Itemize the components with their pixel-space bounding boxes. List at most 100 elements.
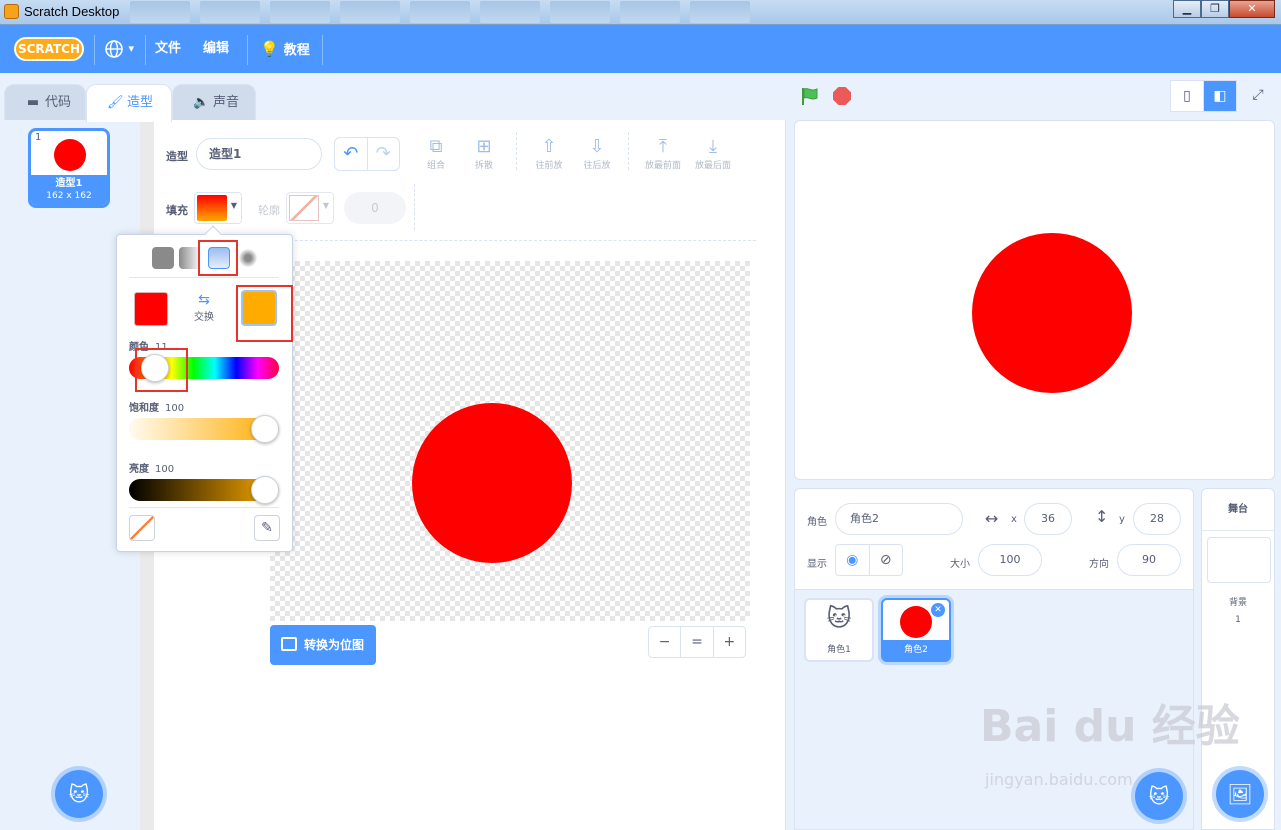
sprite-info-panel: 角色 角色2 ↔ x 36 ↕ y 28 显示 ◉ ⊘ 大小 100 方向 90	[794, 488, 1194, 590]
sprite-tile-selected[interactable]: ✕ 角色2	[881, 598, 951, 662]
y-input[interactable]: 28	[1133, 503, 1181, 535]
x-input[interactable]: 36	[1024, 503, 1072, 535]
ungroup-button[interactable]: ⊞ 拆散	[459, 136, 509, 171]
no-color-button[interactable]	[129, 515, 155, 541]
zoom-out-button[interactable]: −	[649, 627, 680, 657]
sprite-tile[interactable]: 🐱 角色1	[804, 598, 874, 662]
forward-button[interactable]: ⇧ 往前放	[524, 136, 574, 171]
stop-icon[interactable]	[833, 87, 851, 105]
brightness-slider-knob[interactable]	[251, 476, 279, 504]
add-costume-button[interactable]: 🐱	[55, 770, 103, 818]
blocks-icon: ▬	[26, 95, 40, 110]
show-sprite-button[interactable]: ◉	[836, 545, 869, 575]
maximize-button[interactable]: ❐	[1201, 0, 1229, 18]
brightness-label: 亮度 100	[129, 464, 175, 475]
taskbar-thumbnails	[130, 0, 1170, 24]
y-label: y	[1119, 514, 1125, 525]
tab-sounds[interactable]: 🔈 声音	[172, 84, 256, 122]
saturation-value: 100	[165, 403, 185, 414]
convert-to-bitmap-button[interactable]: 转换为位图	[270, 625, 376, 665]
group-button[interactable]: ⧉ 组合	[411, 136, 461, 171]
delete-sprite-button[interactable]: ✕	[931, 603, 945, 617]
radial-gradient-button[interactable]	[237, 247, 259, 269]
image-add-icon: 🖼	[1227, 782, 1253, 806]
stage-canvas[interactable]	[794, 120, 1275, 480]
outline-label: 轮廓	[258, 204, 280, 217]
stage-title: 舞台	[1202, 489, 1274, 531]
small-stage-button[interactable]: ▯	[1170, 80, 1204, 112]
direction-input[interactable]: 90	[1117, 544, 1181, 576]
saturation-label: 饱和度 100	[129, 403, 185, 414]
scratch-logo[interactable]: SCRATCH	[14, 37, 84, 61]
edit-menu[interactable]: 编辑	[203, 25, 229, 73]
outline-width-input[interactable]: 0	[344, 192, 406, 224]
solid-fill-button[interactable]	[152, 247, 174, 269]
cat-add-icon: 🐱	[1148, 784, 1170, 808]
highlight-color-b	[236, 285, 293, 342]
swap-label: 交换	[194, 312, 214, 323]
add-sprite-button[interactable]: 🐱	[1135, 772, 1183, 820]
undo-button[interactable]: ↶	[335, 138, 367, 170]
red-circle-shape[interactable]	[412, 403, 572, 563]
costume-number: 1	[35, 132, 42, 143]
costume-label: 造型1 162 x 162	[31, 175, 107, 205]
window-title: Scratch Desktop	[24, 4, 120, 19]
horizontal-arrows-icon: ↔	[985, 509, 999, 528]
minimize-button[interactable]: ▁	[1173, 0, 1201, 18]
backward-button[interactable]: ⇩ 往后放	[572, 136, 622, 171]
sprite-name: 角色1	[827, 645, 851, 655]
fill-color-button[interactable]: ▼	[194, 192, 242, 224]
language-menu[interactable]: ▾	[104, 25, 134, 73]
zoom-in-button[interactable]: +	[712, 627, 745, 657]
chevron-down-icon: ▼	[322, 201, 329, 210]
back-button[interactable]: ⤓ 放最后面	[688, 136, 738, 171]
arrow-down-icon: ⇩	[589, 136, 605, 157]
ungroup-icon: ⊞	[476, 136, 492, 157]
swap-colors-button[interactable]: ⇆ 交换	[187, 292, 221, 323]
group-label: 组合	[426, 161, 445, 171]
eyedropper-icon: ✎	[261, 520, 273, 536]
baidu-watermark: Bai du 经验	[980, 701, 1240, 752]
zoom-out-icon: −	[658, 634, 671, 650]
add-backdrop-button[interactable]: 🖼	[1216, 770, 1264, 818]
zoom-reset-icon: =	[691, 634, 703, 650]
size-input[interactable]: 100	[978, 544, 1042, 576]
close-window-button[interactable]: ✕	[1229, 0, 1275, 18]
tab-code-label: 代码	[45, 95, 72, 110]
back-label: 放最后面	[694, 161, 731, 171]
baidu-watermark-url: jingyan.baidu.com	[985, 770, 1133, 789]
tab-costumes[interactable]: 🖌 造型	[86, 84, 172, 122]
stage-sprite-circle[interactable]	[972, 233, 1132, 393]
green-flag-icon[interactable]	[800, 86, 820, 106]
ungroup-label: 拆散	[474, 161, 493, 171]
redo-button[interactable]: ↷	[366, 138, 400, 170]
costume-name-input[interactable]: 造型1	[196, 138, 322, 170]
tab-costumes-label: 造型	[127, 95, 154, 110]
front-label: 放最前面	[644, 161, 681, 171]
eyedropper-button[interactable]: ✎	[254, 515, 280, 541]
saturation-slider-knob[interactable]	[251, 415, 279, 443]
eye-icon: ◉	[846, 552, 859, 568]
chevron-down-icon: ▾	[128, 42, 135, 55]
file-menu[interactable]: 文件	[155, 25, 181, 73]
large-stage-button[interactable]: ◧	[1203, 80, 1237, 112]
fill-label: 填充	[166, 204, 188, 217]
costume-tile[interactable]: 1 造型1 162 x 162	[28, 128, 110, 208]
hide-sprite-button[interactable]: ⊘	[868, 545, 903, 575]
gradient-color-a[interactable]	[134, 292, 168, 326]
fullscreen-icon: ⤢	[1252, 87, 1264, 103]
sprite-name-input[interactable]: 角色2	[835, 503, 963, 535]
zoom-reset-button[interactable]: =	[680, 627, 712, 657]
fill-gradient-swatch	[197, 195, 227, 221]
color-picker-popover: ⇆ 交换 颜色 11 饱和度 100 亮度 100 ✎	[116, 225, 293, 552]
tutorials-label: 教程	[283, 43, 310, 58]
fullscreen-button[interactable]: ⤢	[1241, 80, 1275, 112]
front-button[interactable]: ⤒ 放最前面	[638, 136, 688, 171]
outline-color-button[interactable]: ▼	[286, 192, 334, 224]
tutorials-menu[interactable]: 💡 教程	[260, 25, 310, 73]
group-icon: ⧉	[429, 136, 443, 157]
costume-size: 162 x 162	[46, 191, 92, 201]
paint-canvas[interactable]	[270, 261, 750, 621]
tab-code[interactable]: ▬ 代码	[4, 84, 86, 122]
costume-name-label: 造型	[166, 150, 188, 163]
